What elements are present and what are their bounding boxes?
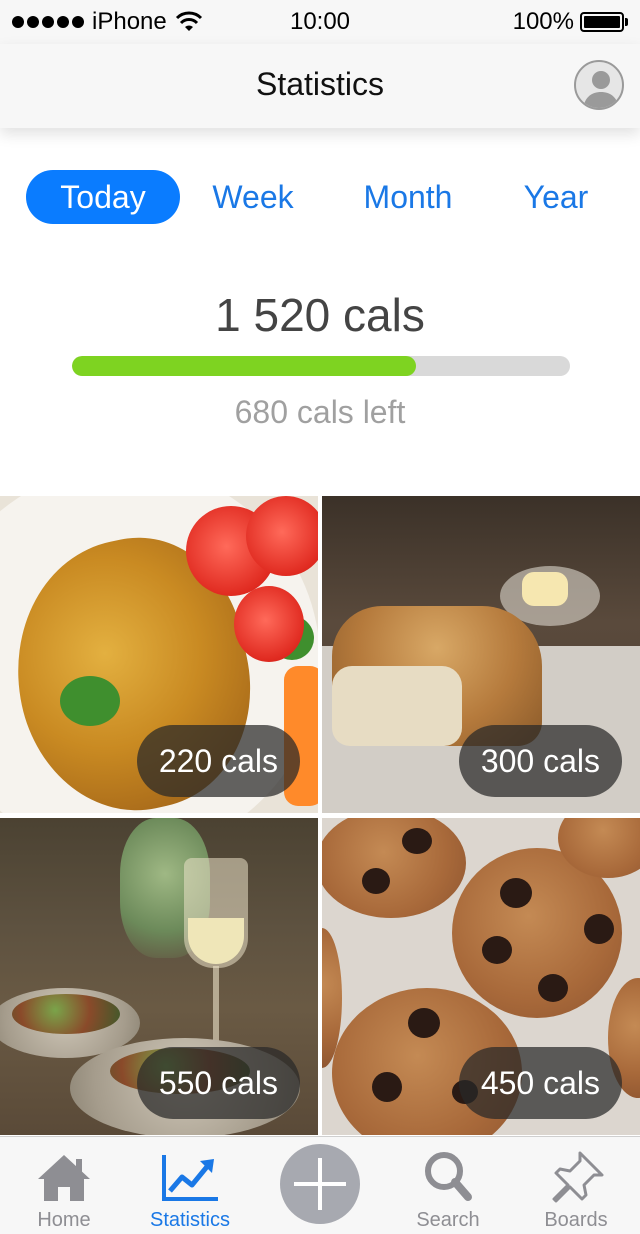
tab-statistics[interactable]: Statistics [126, 1137, 254, 1234]
home-icon [38, 1155, 90, 1201]
chart-icon [162, 1155, 218, 1201]
nav-bar: Statistics [0, 44, 640, 128]
period-tabs: Today Week Month Year [0, 170, 640, 224]
meal-grid: 220 cals 300 cals 550 cals 450 cals [0, 496, 640, 1136]
tab-home-label: Home [37, 1209, 91, 1231]
total-calories: 1 520 cals [215, 289, 425, 341]
tab-month[interactable]: Month [340, 170, 476, 224]
tab-boards-label: Boards [544, 1209, 608, 1231]
add-icon [294, 1158, 346, 1210]
user-avatar-icon[interactable] [574, 60, 624, 110]
status-right: 100% [513, 8, 628, 36]
meal-calories-badge: 450 cals [458, 1047, 622, 1119]
tab-boards[interactable]: Boards [512, 1137, 640, 1234]
meal-tile-dinner[interactable]: 550 cals [0, 818, 318, 1135]
calorie-progress-fill [72, 356, 416, 376]
search-icon [425, 1152, 472, 1201]
calorie-progress-bar [72, 356, 570, 376]
tab-today[interactable]: Today [26, 170, 180, 224]
meal-calories-badge: 300 cals [458, 725, 622, 797]
meal-calories-badge: 550 cals [136, 1047, 300, 1119]
tab-year[interactable]: Year [500, 170, 612, 224]
status-bar: iPhone 10:00 100% [0, 0, 640, 44]
tab-statistics-label: Statistics [149, 1209, 231, 1231]
battery-percent: 100% [512, 8, 574, 35]
meal-calories-badge: 220 cals [136, 725, 300, 797]
pin-icon [552, 1151, 604, 1203]
meal-tile-omelette[interactable]: 220 cals [0, 496, 318, 813]
tab-week[interactable]: Week [190, 170, 316, 224]
meal-tile-bread[interactable]: 300 cals [322, 496, 640, 813]
battery-icon [580, 11, 628, 33]
meal-tile-cookies[interactable]: 450 cals [322, 818, 640, 1135]
tab-home[interactable]: Home [0, 1137, 128, 1234]
tab-search[interactable]: Search [384, 1137, 512, 1234]
add-meal-button[interactable] [280, 1144, 360, 1224]
page-title: Statistics [255, 66, 385, 102]
calories-left: 680 cals left [234, 394, 406, 430]
tab-search-label: Search [416, 1209, 480, 1231]
